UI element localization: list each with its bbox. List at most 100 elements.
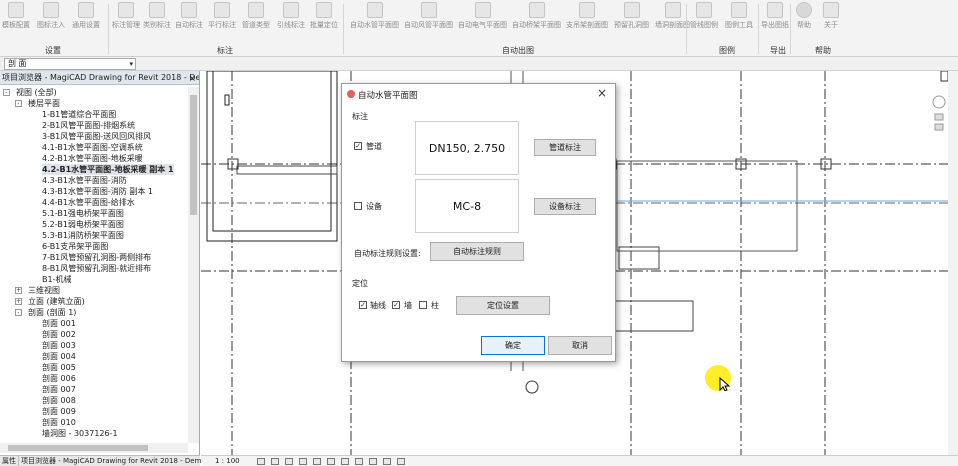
temporary-hide-icon[interactable] [355,458,363,465]
tree-item[interactable]: + 三维视图 [0,285,188,296]
analytical-model-icon[interactable] [397,458,405,465]
navigation-wheel-icon[interactable] [930,90,948,150]
tree-item[interactable]: 剖面 002 [0,329,188,340]
ribbon-button-7[interactable]: 管道类型 [242,2,270,34]
crop-view-icon[interactable] [313,458,321,465]
ribbon-button-19[interactable]: 导出图纸 [761,2,789,34]
vertical-scrollbar[interactable] [188,87,199,443]
pipe-checkbox[interactable]: ✓ [354,142,362,150]
tree-item[interactable]: - 楼层平面 [0,98,188,109]
close-icon[interactable]: × [597,86,607,100]
tab-properties[interactable]: 属性 [0,456,19,466]
tree-item[interactable]: 2-B1风管平面图-排烟系统 [0,120,188,131]
wall-checkbox[interactable]: ✓ [392,301,400,309]
reveal-hidden-icon[interactable] [369,458,377,465]
tree-item[interactable]: 4.2-B1水管平面图-地板采暖 副本 1 [0,164,188,175]
horizontal-scrollbar[interactable] [0,443,188,453]
tree-item[interactable]: 4.3-B1水管平面图-消防 [0,175,188,186]
tree-item[interactable]: 4.3-B1水管平面图-消防 副本 1 [0,186,188,197]
ribbon-button-12[interactable]: 自动电气平面图 [458,2,507,34]
tab-project-browser[interactable]: 项目浏览器 - MagiCAD Drawing for Revit 2018 -… [19,456,212,466]
ribbon-button-6[interactable]: 平行标注 [208,2,236,34]
ribbon-button-21[interactable]: 关于 [823,2,839,34]
expand-icon[interactable]: + [15,287,22,294]
column-checkbox[interactable] [419,301,427,309]
ribbon-button-17[interactable]: 管线图例 [690,2,718,34]
ribbon-button-8[interactable]: 引线标注 [277,2,305,34]
worksharing-icon[interactable] [383,458,391,465]
tree-item[interactable]: 4.2-B1水管平面图-地板采暖 [0,153,188,164]
tree-item[interactable]: 剖面 008 [0,395,188,406]
close-icon[interactable]: × [188,72,196,86]
tree-item[interactable]: 剖面 001 [0,318,188,329]
ok-button[interactable]: 确定 [481,336,545,355]
ribbon-button-9[interactable]: 批量定位 [310,2,338,34]
ribbon-button-11[interactable]: 自动风管平面图 [404,2,453,34]
collapse-icon[interactable]: - [3,89,10,96]
shadows-icon[interactable] [299,458,307,465]
vertical-scrollbar[interactable] [948,71,958,455]
tree-item[interactable]: 4.4-B1水管平面图-给排水 [0,197,188,208]
tree-item[interactable]: - 视图 (全部) [0,87,188,98]
ribbon-button-16[interactable]: 墙洞剖面图 [655,2,690,34]
tree-item[interactable]: 墙洞图 - 3037126-1 [0,428,188,439]
tree-item[interactable]: 3-B1风管平面图-送风回风排风 [0,131,188,142]
ribbon-button-4[interactable]: 类别标注 [143,2,171,34]
ribbon-button-15[interactable]: 预留孔洞图 [614,2,649,34]
tree-item[interactable]: + 立面 (建筑立面) [0,296,188,307]
wall-checkbox-label: 墙 [404,301,412,310]
ribbon-separator [108,4,109,54]
ribbon-button-13[interactable]: 自动桥架平面图 [512,2,561,34]
tree-item[interactable]: 4.1-B1水管平面图-空调系统 [0,142,188,153]
ribbon-button-5[interactable]: 自动标注 [175,2,203,34]
cancel-button[interactable]: 取消 [548,336,612,355]
tree-item[interactable]: 5.1-B1强电桥架平面图 [0,208,188,219]
ribbon-button-0[interactable]: 模板配置 [2,2,30,34]
show-crop-icon[interactable] [327,458,335,465]
tree-item[interactable]: 剖面 004 [0,351,188,362]
expand-icon[interactable]: + [15,298,22,305]
lock-3d-icon[interactable] [341,458,349,465]
equipment-annotation-button[interactable]: 设备标注 [534,198,596,215]
tree-item[interactable]: 6-B1支吊架平面图 [0,241,188,252]
tree-item[interactable]: 7-B1风管预留孔洞图-两侧排布 [0,252,188,263]
scrollbar-thumb[interactable] [190,95,197,215]
tree-item[interactable]: 1-B1管道综合平面图 [0,109,188,120]
tree-item[interactable]: 5.3-B1消防桥架平面图 [0,230,188,241]
tree-item[interactable]: 剖面 009 [0,406,188,417]
ribbon-button-14[interactable]: 支吊架剖面图 [566,2,608,34]
ribbon-button-3[interactable]: 标注管理 [112,2,140,34]
sun-path-icon[interactable] [285,458,293,465]
ribbon-button-18[interactable]: 图例工具 [725,2,753,34]
position-settings-button[interactable]: 定位设置 [456,296,550,315]
tree-item[interactable]: 5.2-B1弱电桥架平面图 [0,219,188,230]
ribbon-separator [758,4,759,54]
section-label-position: 定位 [352,279,368,288]
auto-rule-button[interactable]: 自动标注规则 [430,242,524,261]
visual-style-icon[interactable] [271,458,279,465]
tree-item[interactable]: - 剖面 (剖面 1) [0,307,188,318]
axis-checkbox[interactable]: ✓ [359,301,367,309]
ribbon-button-1[interactable]: 图标注入 [37,2,65,34]
tree-item[interactable]: 剖面 007 [0,384,188,395]
collapse-icon[interactable]: - [15,309,22,316]
ribbon-button-2[interactable]: 通用设置 [72,2,100,34]
view-scale[interactable]: 1 : 100 [215,456,240,466]
ribbon-group-label: 帮助 [815,46,831,55]
tree-item[interactable]: 剖面 005 [0,362,188,373]
navigation-bar[interactable] [930,90,948,150]
tree-item[interactable]: 剖面 006 [0,373,188,384]
tree-item[interactable]: 剖面 003 [0,340,188,351]
ribbon-button-20[interactable]: 帮助 [796,2,812,34]
equipment-checkbox[interactable] [354,202,362,210]
scrollbar-thumb[interactable] [8,445,148,451]
pipe-annotation-button[interactable]: 管道标注 [534,139,596,156]
properties-type-selector[interactable]: 剖 面 ▾ [4,58,136,70]
tree-item[interactable]: B1-机械 [0,274,188,285]
collapse-icon[interactable]: - [15,100,22,107]
tree-item[interactable]: 剖面 010 [0,417,188,428]
tree-item[interactable]: 8-B1风管预留孔洞图-就近排布 [0,263,188,274]
auto-water-pipe-plan-dialog: 自动水管平面图 × 标注 ✓ 管道 DN150, 2.750 管道标注 设备 M… [341,83,616,362]
ribbon-button-10[interactable]: 自动水管平面图 [350,2,399,34]
detail-level-icon[interactable] [257,458,265,465]
